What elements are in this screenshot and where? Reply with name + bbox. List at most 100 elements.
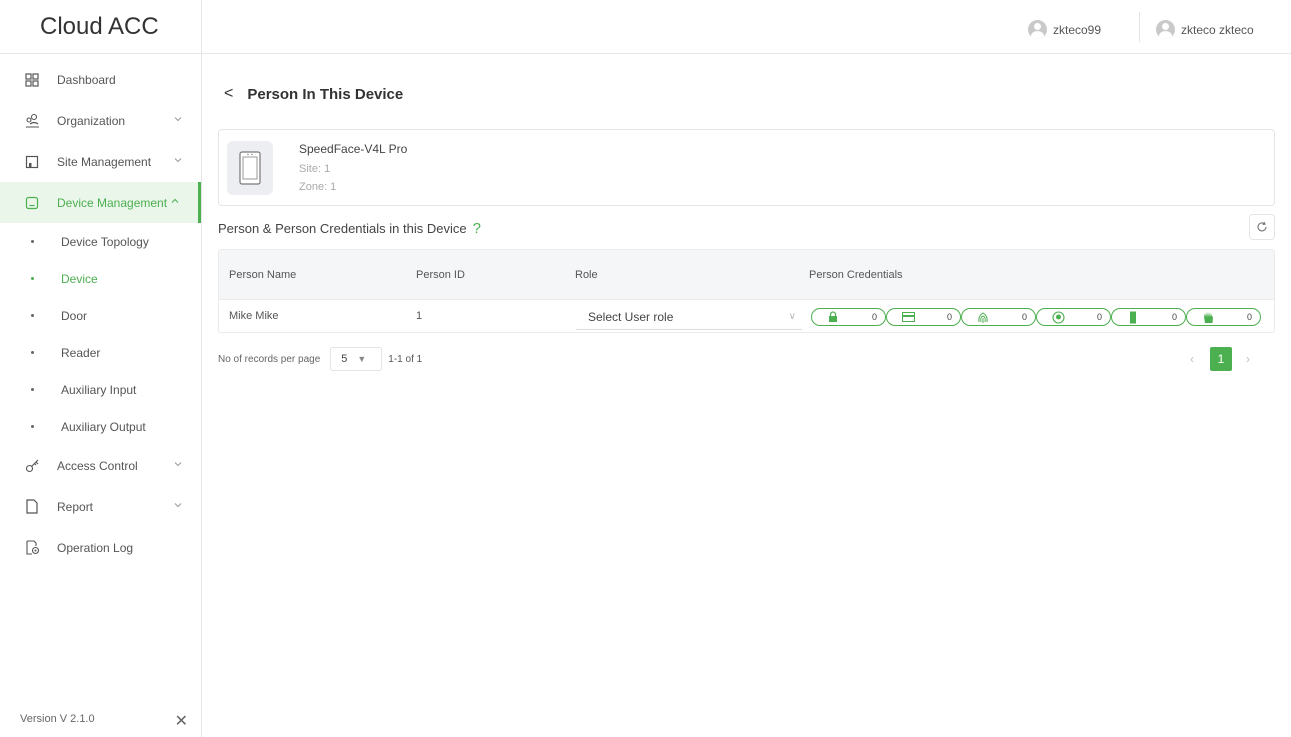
- bullet-icon: [31, 314, 34, 317]
- credential-count: 0: [1246, 312, 1252, 322]
- sidebar-subitem-reader[interactable]: Reader: [0, 334, 201, 371]
- top-header: zkteco99 zkteco zkteco: [202, 0, 1291, 54]
- sidebar-item-label: Organization: [57, 113, 126, 128]
- bullet-icon: [31, 388, 34, 391]
- organization-icon: [24, 113, 40, 129]
- sidebar-menu: Dashboard Organization Site Management D…: [0, 54, 201, 223]
- person-id: 1: [416, 310, 423, 322]
- sidebar-item-label: Report: [57, 499, 94, 514]
- sidebar-subitem-device[interactable]: Device: [0, 260, 201, 297]
- user-menu-primary[interactable]: zkteco99: [1028, 20, 1101, 39]
- pagination-bar: No of records per page 5 ▼ 1-1 of 1: [218, 347, 422, 371]
- sidebar-item-site-management[interactable]: Site Management: [0, 141, 201, 182]
- credential-count: 0: [1171, 312, 1177, 322]
- subitem-label: Reader: [61, 345, 101, 360]
- record-range: 1-1 of 1: [388, 353, 423, 365]
- column-header: Person Name: [229, 268, 297, 281]
- avatar: [1028, 20, 1047, 39]
- subitem-label: Device: [61, 271, 98, 286]
- chevron-left-icon: ‹: [1190, 352, 1194, 366]
- close-icon[interactable]: ✕: [175, 711, 188, 731]
- section-title: Person & Person Credentials in this Devi…: [218, 220, 481, 237]
- column-header: Role: [575, 268, 598, 281]
- chevron-down-icon: [174, 503, 182, 508]
- device-icon: [24, 195, 40, 211]
- prev-page-button[interactable]: ‹: [1180, 347, 1204, 371]
- header-divider: [1139, 12, 1140, 42]
- sidebar-item-organization[interactable]: Organization: [0, 100, 201, 141]
- per-page-label: No of records per page: [218, 353, 321, 365]
- fingerprint-icon: [976, 311, 990, 324]
- device-name: SpeedFace-V4L Pro: [299, 142, 408, 156]
- username: zkteco99: [1053, 22, 1102, 37]
- sidebar-item-dashboard[interactable]: Dashboard: [0, 59, 201, 100]
- username: zkteco zkteco: [1181, 22, 1254, 37]
- back-arrow-icon[interactable]: <: [224, 85, 233, 103]
- sidebar-subitem-auxiliary-output[interactable]: Auxiliary Output: [0, 408, 201, 445]
- sidebar-item-report[interactable]: Report: [0, 486, 201, 527]
- sidebar-subitem-device-topology[interactable]: Device Topology: [0, 223, 201, 260]
- sidebar-menu-lower: Access Control Report Operation Log: [0, 445, 201, 568]
- caret-down-icon: ▼: [357, 354, 367, 364]
- credential-count: 0: [1096, 312, 1102, 322]
- chevron-down-icon: [174, 462, 182, 467]
- section-title-text: Person & Person Credentials in this Devi…: [218, 221, 467, 236]
- credential-count: 0: [871, 312, 877, 322]
- site-icon: [24, 154, 40, 170]
- credential-password[interactable]: 0: [811, 308, 886, 326]
- sidebar-item-device-management[interactable]: Device Management: [0, 182, 201, 223]
- chevron-up-icon: [171, 198, 179, 203]
- per-page-select[interactable]: 5 ▼: [330, 347, 383, 371]
- device-card: SpeedFace-V4L Pro Site: 1 Zone: 1: [218, 129, 1275, 206]
- log-icon: [24, 540, 40, 556]
- person-name: Mike Mike: [229, 310, 279, 322]
- column-header: Person ID: [416, 268, 465, 281]
- bullet-icon: [31, 351, 34, 354]
- credential-palm[interactable]: 0: [1186, 308, 1261, 326]
- refresh-icon: [1257, 221, 1267, 232]
- face-icon: [1051, 310, 1065, 324]
- sidebar-item-label: Site Management: [57, 154, 152, 169]
- lock-icon: [826, 311, 840, 324]
- app-logo: Cloud ACC: [0, 0, 201, 54]
- page-title: < Person In This Device: [224, 85, 403, 103]
- help-icon[interactable]: ?: [473, 220, 481, 237]
- credential-count: 0: [1021, 312, 1027, 322]
- sidebar: Cloud ACC Dashboard Organization Site Ma…: [0, 0, 202, 737]
- palm-vein-icon: [1126, 311, 1140, 324]
- sidebar-subitem-door[interactable]: Door: [0, 297, 201, 334]
- bullet-icon: [31, 277, 34, 280]
- device-icon: [227, 141, 273, 195]
- user-menu-secondary[interactable]: zkteco zkteco: [1156, 20, 1254, 39]
- credential-fingerprint[interactable]: 0: [961, 308, 1036, 326]
- sidebar-subitem-auxiliary-input[interactable]: Auxiliary Input: [0, 371, 201, 408]
- column-header: Person Credentials: [809, 268, 903, 281]
- bullet-icon: [31, 240, 34, 243]
- credential-face[interactable]: 0: [1036, 308, 1111, 326]
- card-icon: [901, 311, 915, 324]
- sidebar-item-label: Access Control: [57, 458, 138, 473]
- dashboard-icon: [24, 72, 40, 88]
- credential-card[interactable]: 0: [886, 308, 961, 326]
- role-select-placeholder: Select User role: [588, 309, 674, 324]
- chevron-right-icon: ›: [1246, 352, 1250, 366]
- sidebar-item-label: Device Management: [57, 195, 168, 210]
- role-select[interactable]: Select User role ∨: [576, 304, 802, 330]
- sidebar-item-access-control[interactable]: Access Control: [0, 445, 201, 486]
- sidebar-item-operation-log[interactable]: Operation Log: [0, 527, 201, 568]
- next-page-button[interactable]: ›: [1236, 347, 1260, 371]
- credential-count: 0: [946, 312, 952, 322]
- device-zone: Zone: 1: [299, 181, 337, 193]
- table-header: Person Name Person ID Role Person Creden…: [219, 250, 1274, 299]
- credential-palm-vein[interactable]: 0: [1111, 308, 1186, 326]
- subitem-label: Device Topology: [61, 234, 149, 249]
- subitem-label: Auxiliary Output: [61, 419, 146, 434]
- key-icon: [24, 458, 40, 474]
- device-site: Site: 1: [299, 163, 331, 175]
- refresh-button[interactable]: [1249, 214, 1275, 240]
- chevron-down-icon: ∨: [788, 311, 796, 322]
- table-row: Mike Mike 1 Select User role ∨ 0 0 0 0 0…: [219, 299, 1274, 332]
- hand-icon: [1201, 311, 1215, 324]
- report-icon: [24, 499, 40, 515]
- page-number-button[interactable]: 1: [1210, 347, 1232, 371]
